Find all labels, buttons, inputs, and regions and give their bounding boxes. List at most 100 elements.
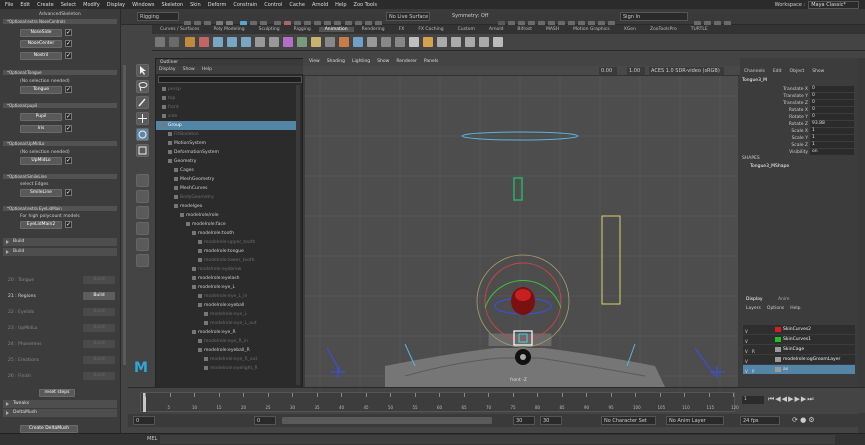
wire-icon[interactable] [479, 37, 489, 47]
path-animation-icon[interactable] [339, 37, 349, 47]
section-header[interactable]: *Optional:Tongue [3, 70, 117, 75]
layer-color-swatch[interactable] [775, 337, 781, 342]
time-slider[interactable]: 1 5 10 15 20 25 30 35 40 45 50 55 60 65 70 75 80 85 90 95 10… [128, 387, 865, 413]
build-button[interactable]: Build [83, 292, 115, 300]
playblast-icon[interactable] [325, 37, 335, 47]
panel-splitter[interactable] [121, 25, 128, 437]
channel-row[interactable]: Scale Z1 [740, 142, 858, 149]
menu-set-dropdown[interactable]: Rigging [137, 12, 179, 21]
key-tangent-icon[interactable] [185, 37, 195, 47]
fps-dropdown[interactable]: 24 fps [740, 416, 780, 425]
menu-item[interactable]: Deform [208, 2, 227, 8]
outliner-item[interactable]: DeformationSystem [156, 148, 296, 157]
outliner-item[interactable]: modelrole:eye_L [156, 283, 296, 292]
channel-row[interactable]: Rotate X0 [740, 107, 858, 114]
set-key-rotate-icon[interactable] [227, 37, 237, 47]
shelf-tab[interactable]: Bifrost [511, 27, 538, 32]
channel-value[interactable]: 0 [810, 107, 854, 113]
shelf-settings-icon[interactable] [169, 37, 179, 47]
menu-item[interactable]: Edit [20, 2, 30, 8]
channel-row[interactable]: Translate Z0 [740, 100, 858, 107]
current-frame-field[interactable]: 1 [742, 396, 764, 404]
channel-box-menu-item[interactable]: Channels [744, 69, 765, 74]
shelf-tab[interactable]: Motion Graphics [567, 27, 616, 32]
paint-select-icon[interactable] [136, 96, 149, 109]
outliner-item[interactable]: side [156, 112, 296, 121]
upmidlo-check[interactable]: ✓ [65, 157, 72, 164]
layer-menu-item[interactable]: Layers [746, 306, 761, 311]
pupil-check[interactable]: ✓ [65, 113, 72, 120]
build-section-toggle[interactable]: Build [3, 238, 117, 246]
channel-row[interactable]: Visibility on [740, 149, 858, 156]
motion-trail-icon[interactable] [297, 37, 307, 47]
channel-value[interactable]: 0 [810, 93, 854, 99]
blendshape-icon[interactable] [465, 37, 475, 47]
menu-item[interactable]: Arnold [312, 2, 328, 8]
build-button[interactable]: Build [83, 372, 115, 380]
outliner-item[interactable]: modelrole:eyeball [156, 301, 296, 310]
outliner-item[interactable]: modelrole:face [156, 220, 296, 229]
channel-value[interactable]: 0 [810, 100, 854, 106]
outliner-item[interactable]: modelrole:eye_L_in [156, 292, 296, 301]
channel-value[interactable]: 0 [810, 114, 854, 120]
channel-row[interactable]: Translate Y0 [740, 93, 858, 100]
build-button[interactable]: Build [83, 340, 115, 348]
outliner-item[interactable]: modelrole:upper_tooth [156, 238, 296, 247]
section-header[interactable]: *Optional:extra EyeLidMain [3, 206, 117, 211]
menu-item[interactable]: File [5, 2, 13, 8]
turntable-icon[interactable] [367, 37, 377, 47]
channel-row[interactable]: Rotate Y0 [740, 114, 858, 121]
set-key-translate-icon[interactable] [213, 37, 223, 47]
channel-box-menu-item[interactable]: Edit [773, 69, 782, 74]
layer-color-swatch[interactable] [775, 327, 781, 332]
outliner-item[interactable]: modelrole:eyebrow [156, 265, 296, 274]
anim-tab[interactable]: Anim [778, 297, 790, 302]
outliner-item[interactable]: front [156, 103, 296, 112]
layer-row[interactable]: V Pas [743, 365, 855, 374]
channel-row[interactable]: Translate X0 [740, 86, 858, 93]
shelf-menu-icon[interactable] [155, 37, 165, 47]
mel-command-input[interactable] [160, 435, 835, 444]
left-panel-scrollbar[interactable] [123, 65, 126, 365]
outliner-item[interactable]: modelrole:eye_L_out [156, 319, 296, 328]
menu-item[interactable]: Zoo Tools [354, 2, 377, 8]
nonlinear-icon[interactable] [451, 37, 461, 47]
time-slider-track[interactable]: 1 5 10 15 20 25 30 35 40 45 50 55 60 65 70 75 80 85 90 95 10… [140, 392, 739, 412]
outliner-item[interactable]: Group [156, 121, 296, 130]
build-button[interactable]: Build [83, 324, 115, 332]
channel-box-menu-item[interactable]: Show [812, 69, 824, 74]
eyelidmain2-button[interactable]: EyeLidMain2 [20, 221, 62, 229]
lasso-tool-icon[interactable] [136, 80, 149, 93]
layer-color-swatch[interactable] [775, 367, 781, 372]
single-perspective-layout-icon[interactable] [136, 174, 149, 187]
channel-value[interactable]: 1 [810, 135, 854, 141]
tongue-check[interactable]: ✓ [65, 86, 72, 93]
graph-editor-icon[interactable] [255, 37, 265, 47]
outliner-item[interactable]: modelgeo [156, 202, 296, 211]
menu-item[interactable]: Select [61, 2, 76, 8]
layer-playback-toggle[interactable]: P [752, 367, 754, 376]
workspace-selector[interactable]: Workspace : Maya Classic* [775, 0, 859, 9]
menu-item[interactable]: Skin [190, 2, 201, 8]
rotate-tool-icon[interactable] [136, 128, 149, 141]
channel-box-menu-item[interactable]: Object [790, 69, 805, 74]
four-view-layout-icon[interactable] [136, 190, 149, 203]
section-header[interactable]: *Optional:extra NoseControls [3, 19, 117, 24]
smileline-button[interactable]: SmileLine [20, 189, 62, 197]
persp-graph-layout-icon[interactable] [136, 222, 149, 235]
outliner-item[interactable]: MeshGeometry [156, 175, 296, 184]
shelf-tab[interactable]: Custom [452, 27, 481, 32]
outliner-item[interactable]: modelrole:eye_R [156, 328, 296, 337]
channel-value[interactable]: 1 [810, 142, 854, 148]
noseside-check[interactable]: ✓ [65, 29, 72, 36]
layer-row[interactable]: V R SkinCage [743, 345, 855, 354]
move-tool-icon[interactable] [136, 112, 149, 125]
outliner-item[interactable]: modelrole:lower_tooth [156, 256, 296, 265]
build-button[interactable]: Build [83, 356, 115, 364]
shelf-tab[interactable]: FX [393, 27, 411, 32]
channel-value[interactable]: 0 [810, 86, 854, 92]
build-section-toggle[interactable]: Build [3, 248, 117, 256]
shelf-tab[interactable]: TURTLE [685, 27, 714, 32]
outliner-item[interactable]: Cages [156, 166, 296, 175]
section-header[interactable]: *Optional:SmileLine [3, 174, 117, 179]
